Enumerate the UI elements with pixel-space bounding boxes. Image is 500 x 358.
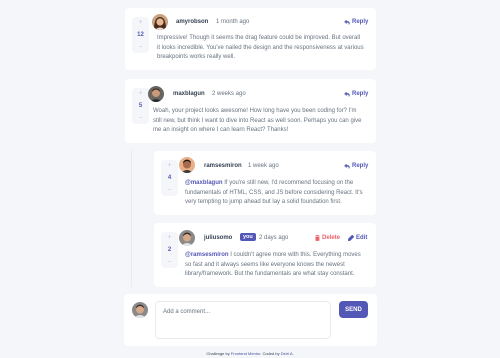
reply-username: juliusomo [204, 235, 233, 241]
reply-label: Reply [352, 163, 369, 169]
comment-username: maxblagun [173, 91, 205, 97]
vote-control: + 4 − [161, 160, 178, 196]
juliusomo-avatar-icon [179, 230, 195, 246]
attribution-middle: . Coded by [260, 351, 280, 356]
upvote-button[interactable]: + [167, 162, 171, 169]
amyrobson-avatar-icon [152, 14, 168, 30]
downvote-button[interactable]: − [167, 187, 171, 194]
delete-button[interactable]: Delete [315, 234, 340, 242]
reply-card-own: + 2 − juliusomo you 2 days ago Delete Ed… [154, 223, 376, 287]
upvote-button[interactable]: + [138, 90, 142, 97]
downvote-button[interactable]: − [138, 115, 142, 122]
reply-button[interactable]: Reply [344, 90, 368, 98]
reply-button[interactable]: Reply [344, 18, 368, 26]
comment-body: Woah, your project looks awesome! How lo… [153, 108, 362, 133]
reply-timestamp: 2 days ago [259, 235, 289, 241]
pencil-icon [348, 235, 354, 241]
reply-card: + 4 − ramsesmiron 1 week ago Reply @maxb… [154, 151, 376, 215]
edit-button[interactable]: Edit [348, 234, 367, 242]
new-comment-card: SEND [124, 294, 377, 346]
edit-label: Edit [356, 235, 368, 241]
comment-input[interactable] [155, 301, 331, 339]
upvote-button[interactable]: + [167, 234, 171, 241]
reply-timestamp: 1 week ago [248, 163, 279, 169]
avatar [179, 157, 195, 173]
current-user-avatar [132, 302, 148, 318]
comment-body: Impressive! Though it seems the drag fea… [157, 35, 364, 60]
downvote-button[interactable]: − [167, 259, 171, 266]
attribution-prefix: Challenge by [206, 351, 230, 356]
vote-control: + 2 − [161, 232, 178, 268]
comment-timestamp: 1 month ago [216, 19, 250, 25]
reply-icon [344, 163, 350, 169]
trash-icon [315, 235, 320, 241]
reply-thread-line [131, 149, 132, 287]
vote-score: 4 [167, 175, 172, 181]
avatar [179, 230, 195, 246]
frontend-mentor-link[interactable]: Frontend Mentor [231, 351, 260, 356]
reply-username: ramsesmiron [204, 163, 242, 169]
reply-button[interactable]: Reply [344, 162, 368, 170]
vote-score: 5 [138, 103, 143, 109]
reply-icon [344, 19, 350, 25]
ramsesmiron-avatar-icon [179, 157, 195, 173]
you-badge: you [240, 233, 256, 241]
send-button[interactable]: SEND [339, 301, 368, 318]
vote-control: + 5 − [132, 88, 149, 124]
reply-label: Reply [352, 19, 369, 25]
reply-label: Reply [352, 91, 369, 97]
vote-score: 12 [137, 32, 144, 38]
reply-body: @ramsesmiron I couldn't agree more with … [185, 251, 365, 280]
avatar [152, 14, 168, 30]
downvote-button[interactable]: − [138, 44, 142, 51]
author-link[interactable]: Deiri A [281, 351, 293, 356]
juliusomo-avatar-icon [132, 302, 148, 318]
vote-control: + 12 − [132, 17, 149, 53]
comment-timestamp: 2 weeks ago [212, 91, 246, 97]
attribution-suffix: . [292, 351, 294, 356]
reply-body: @maxblagun If you're still new, I'd reco… [185, 179, 365, 208]
avatar [148, 86, 164, 102]
reply-icon [344, 91, 350, 97]
mention-link[interactable]: @maxblagun [185, 180, 223, 186]
mention-link[interactable]: @ramsesmiron [185, 252, 229, 258]
comment-card: + 12 − amyrobson 1 month ago Reply Impre… [125, 8, 376, 70]
attribution: Challenge by Frontend Mentor. Coded by D… [0, 351, 500, 356]
comment-card: + 5 − maxblagun 2 weeks ago Reply Woah, … [125, 79, 376, 143]
comment-username: amyrobson [176, 19, 209, 25]
vote-score: 2 [167, 247, 172, 253]
maxblagun-avatar-icon [148, 86, 164, 102]
upvote-button[interactable]: + [138, 19, 142, 26]
delete-label: Delete [322, 235, 341, 241]
